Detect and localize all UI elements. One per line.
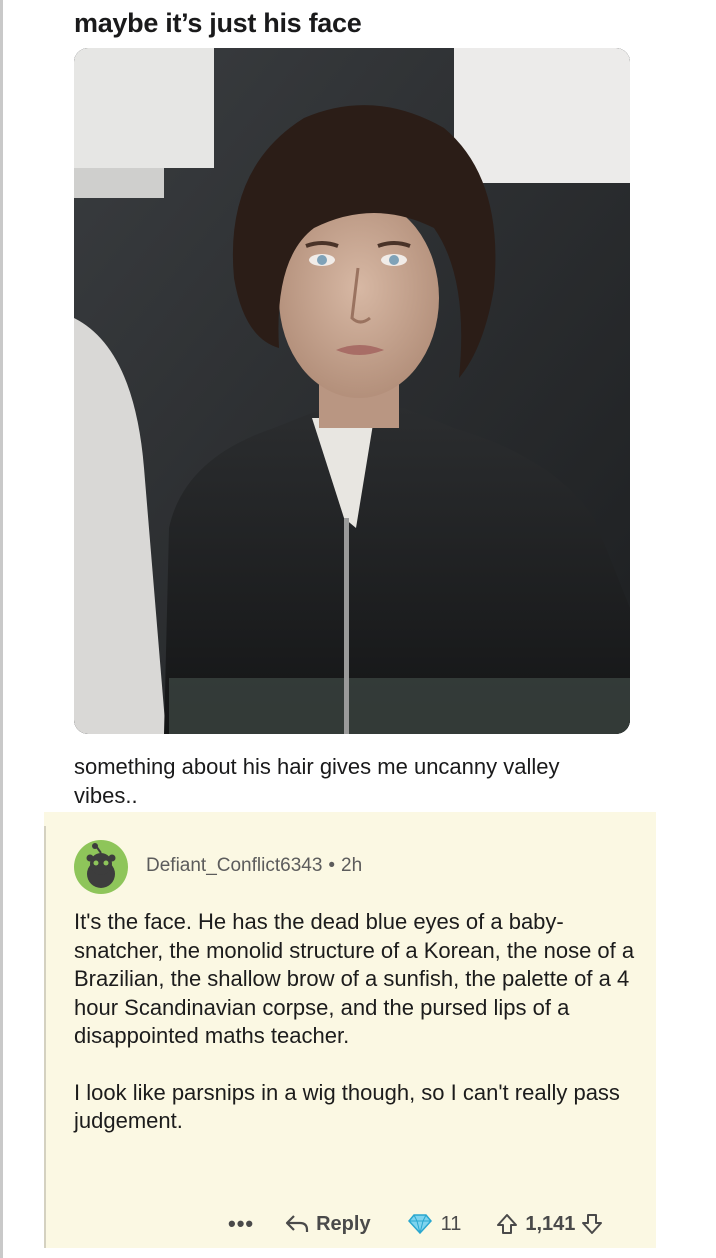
post-image[interactable] xyxy=(74,48,630,734)
comment-thread-line[interactable] xyxy=(44,826,46,1248)
post-body-text: something about his hair gives me uncann… xyxy=(74,754,560,808)
reddit-thread-screenshot: maybe it’s just his face something about… xyxy=(0,0,716,1258)
left-edge-divider xyxy=(0,0,3,1258)
comment-username[interactable]: Defiant_Conflict6343 xyxy=(146,855,322,876)
vote-count: 1,141 xyxy=(525,1212,576,1235)
diamond-award-icon xyxy=(407,1214,432,1235)
more-options-button[interactable]: ••• xyxy=(228,1211,254,1237)
award-button[interactable]: 11 xyxy=(405,1212,462,1236)
downvote-arrow-icon[interactable] xyxy=(581,1212,603,1236)
reply-label: Reply xyxy=(316,1212,371,1235)
comment-age: 2h xyxy=(341,855,363,876)
comment-paragraph: I look like parsnips in a wig though, so… xyxy=(74,1079,620,1134)
portrait-photo xyxy=(74,48,630,734)
comment-body: It's the face. He has the dead blue eyes… xyxy=(74,908,644,1136)
reply-arrow-icon xyxy=(286,1215,309,1232)
post-title: maybe it’s just his face xyxy=(74,8,362,38)
meta-separator: • xyxy=(328,855,336,876)
comment-paragraph: It's the face. He has the dead blue eyes… xyxy=(74,909,635,1048)
snoo-avatar-icon[interactable] xyxy=(74,840,128,894)
comment-meta: Defiant_Conflict6343 • 2h xyxy=(146,855,362,877)
comment-action-bar: ••• Reply 11 1,141 xyxy=(228,1206,603,1242)
award-count: 11 xyxy=(440,1212,462,1235)
reply-button[interactable]: Reply xyxy=(284,1212,371,1236)
upvote-arrow-icon[interactable] xyxy=(495,1212,519,1236)
vote-control[interactable]: 1,141 xyxy=(495,1212,603,1236)
